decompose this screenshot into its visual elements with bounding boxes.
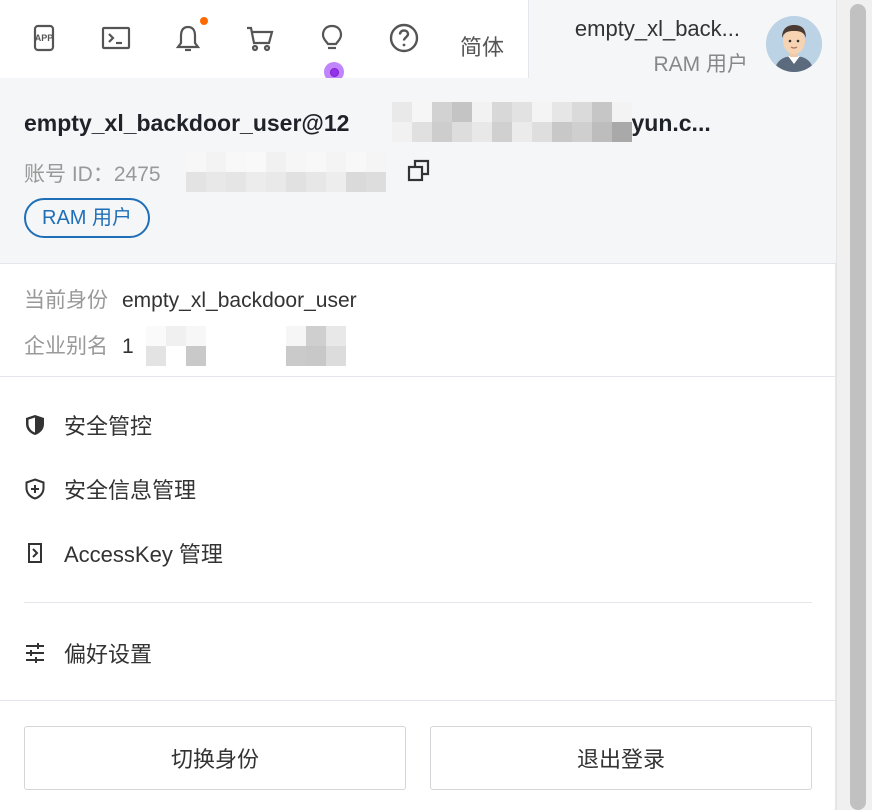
menu-item-accesskey[interactable]: AccessKey 管理	[24, 533, 814, 573]
current-identity-label: 当前身份	[24, 289, 108, 312]
menu-item-security-info[interactable]: 安全信息管理	[24, 469, 814, 509]
logout-button[interactable]: 退出登录	[430, 726, 812, 790]
accesskey-icon	[28, 543, 42, 563]
language-switcher[interactable]: 简体	[460, 30, 504, 62]
top-bar: APP 简体 empty_xl_back... RAM 用户	[0, 0, 836, 82]
scrollbar-thumb[interactable]	[850, 4, 866, 810]
user-role: RAM 用户	[653, 53, 749, 76]
redacted-mosaic	[146, 326, 386, 366]
enterprise-alias-label: 企业别名	[24, 335, 108, 358]
redacted-mosaic	[186, 152, 386, 192]
copy-icon[interactable]	[406, 158, 432, 184]
menu-item-security-control[interactable]: 安全管控	[24, 405, 814, 445]
terminal-icon[interactable]	[98, 22, 134, 66]
shield-plus-icon	[25, 478, 45, 500]
current-identity-value: empty_xl_backdoor_user	[122, 289, 357, 312]
avatar	[766, 16, 822, 72]
sliders-icon	[26, 643, 44, 663]
account-menu-screen: { "topbar": { "icons": ["app-icon", "ter…	[0, 0, 872, 810]
redacted-mosaic	[392, 102, 632, 142]
ram-user-badge: RAM 用户	[24, 198, 150, 238]
enterprise-alias-row: 企业别名 1	[24, 330, 134, 360]
account-header: empty_xl_backdoor_user@12 .onaliyun.c... …	[0, 78, 836, 264]
bell-icon[interactable]	[170, 22, 206, 66]
switch-identity-button[interactable]: 切换身份	[24, 726, 406, 790]
app-icon[interactable]: APP	[26, 22, 62, 66]
svg-text:APP: APP	[35, 33, 54, 43]
user-menu-trigger[interactable]: empty_xl_back... RAM 用户	[529, 0, 836, 78]
account-dropdown: empty_xl_backdoor_user@12 .onaliyun.c... …	[0, 78, 836, 810]
shield-filled-icon	[26, 415, 44, 435]
help-icon[interactable]	[386, 22, 422, 66]
notification-dot	[200, 17, 208, 25]
divider	[24, 602, 812, 603]
current-identity-row: 当前身份 empty_xl_backdoor_user	[24, 284, 357, 314]
cart-icon[interactable]	[242, 22, 278, 66]
menu-item-preferences[interactable]: 偏好设置	[24, 633, 814, 673]
divider	[0, 700, 836, 701]
enterprise-alias-value: 1	[122, 335, 134, 358]
user-name: empty_xl_back...	[574, 16, 740, 41]
divider	[0, 376, 836, 377]
lightbulb-icon[interactable]	[314, 22, 350, 66]
